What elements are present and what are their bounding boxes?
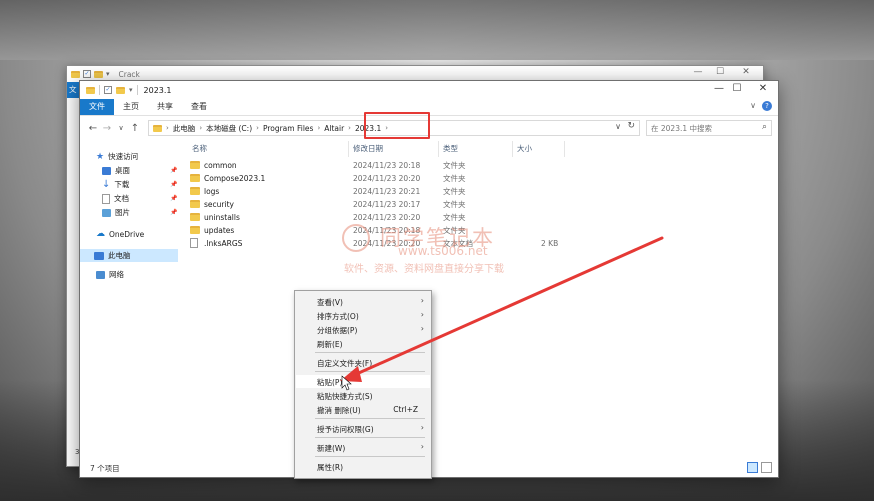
- annotation-arrow: [340, 236, 664, 391]
- arrow-line: [350, 236, 664, 378]
